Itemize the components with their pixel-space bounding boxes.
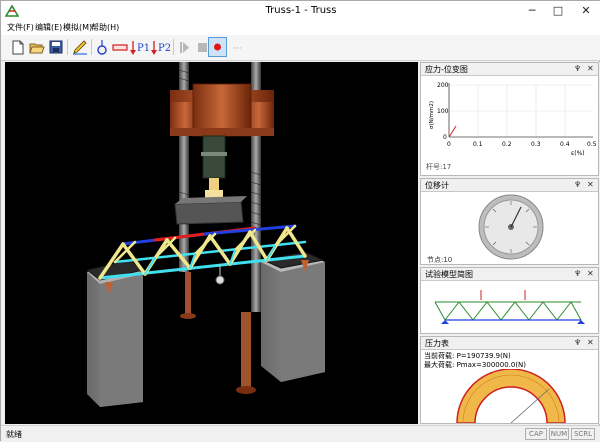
- x-tick: 0: [447, 141, 451, 148]
- y-tick: 200: [437, 82, 449, 89]
- play-icon[interactable]: [175, 38, 193, 57]
- displacement-gauge-pane: 位移计 ♆ ✕ 节点:10: [420, 178, 599, 265]
- close-icon[interactable]: ✕: [587, 338, 594, 347]
- x-axis-label: ε(%): [571, 150, 585, 157]
- window-title: Truss-1 - Truss: [265, 5, 337, 16]
- load-p1-label: P1: [137, 43, 149, 54]
- menu-file[interactable]: 文件(F): [7, 22, 34, 33]
- toolbar-separator: [91, 39, 92, 55]
- loading-frame-crossbeam: [170, 83, 274, 137]
- status-bar: 就绪 CAP NUM SCRL: [1, 425, 600, 442]
- pane-title: 压力表: [425, 339, 449, 348]
- status-text: 就绪: [6, 430, 22, 439]
- edit-pencil-icon[interactable]: [71, 38, 89, 57]
- toolbar-separator: [173, 39, 174, 55]
- hydraulic-jack: [201, 135, 227, 200]
- pane-title: 应力-位变图: [425, 65, 468, 74]
- record-icon[interactable]: [208, 37, 227, 57]
- menu-edit[interactable]: 编辑(E): [35, 22, 62, 33]
- pressure-gauge-pane: 压力表 ♆ ✕ 当前荷载: P=190739.9(N) 最大荷载: Pmax=3…: [420, 336, 599, 424]
- x-tick: 0.2: [502, 141, 512, 148]
- toolbar: P1 P2 ···: [1, 35, 600, 61]
- right-dock: 应力-位变图 ♆ ✕ 200 100 0 0 0.1 0.2 0.3 0.4 0…: [420, 62, 600, 424]
- concrete-pier-left: [85, 259, 145, 407]
- model-diagram-pane: 试验模型简图 ♆ ✕: [420, 267, 599, 334]
- support-post-left: [185, 272, 191, 316]
- dial-gauge: 节点:10: [427, 194, 544, 264]
- stress-strain-pane: 应力-位变图 ♆ ✕ 200 100 0 0 0.1 0.2 0.3 0.4 0…: [420, 62, 599, 176]
- application-window: Truss-1 - Truss ─ □ ✕ 文件(F) 编辑(E) 模拟(M) …: [0, 0, 600, 442]
- x-tick: 0.3: [531, 141, 541, 148]
- y-axis-label: σ(N/mm2): [429, 101, 435, 129]
- minimize-button[interactable]: ─: [519, 1, 545, 21]
- maximize-button[interactable]: □: [545, 1, 571, 21]
- pane-title: 试验模型简图: [425, 270, 473, 279]
- scroll-lock-indicator: SCRL: [571, 428, 595, 440]
- x-tick: 0.5: [587, 141, 597, 148]
- load-p2-label: P2: [158, 43, 170, 54]
- pin-icon[interactable]: ♆: [574, 269, 581, 278]
- pane-header: 试验模型简图 ♆ ✕: [421, 268, 598, 281]
- hanging-dial-gauge: [215, 275, 225, 285]
- close-icon[interactable]: ✕: [587, 269, 594, 278]
- pressure-dial: [456, 369, 566, 423]
- concrete-pier-right: [261, 251, 325, 382]
- load-spreader-block: [174, 201, 244, 225]
- pane-header: 位移计 ♆ ✕: [421, 179, 598, 192]
- svg-text:···: ···: [233, 44, 242, 54]
- close-icon[interactable]: ✕: [587, 64, 594, 73]
- pane-header: 压力表 ♆ ✕: [421, 337, 598, 350]
- new-file-icon[interactable]: [9, 38, 27, 57]
- title-bar: Truss-1 - Truss ─ □ ✕: [1, 1, 600, 21]
- pin-icon[interactable]: ♆: [574, 64, 581, 73]
- node-readout: 节点:10: [427, 256, 452, 264]
- caps-lock-indicator: CAP: [525, 428, 547, 440]
- pressure-dial-arc: [456, 369, 566, 423]
- load-p2-icon[interactable]: P2: [150, 38, 170, 57]
- close-button[interactable]: ✕: [573, 1, 599, 21]
- pane-header: 应力-位变图 ♆ ✕: [421, 63, 598, 76]
- open-folder-icon[interactable]: [28, 38, 46, 57]
- pin-icon[interactable]: ♆: [574, 338, 581, 347]
- pin-icon[interactable]: ♆: [574, 180, 581, 189]
- more-icon[interactable]: ···: [231, 38, 249, 57]
- stress-strain-chart: 200 100 0 0 0.1 0.2 0.3 0.4 0.5 σ(N/mm2)…: [426, 82, 597, 171]
- stress-strain-curve: [448, 125, 457, 138]
- menu-help[interactable]: 帮助(H): [91, 22, 119, 33]
- y-tick: 100: [437, 108, 449, 115]
- x-tick: 0.4: [560, 141, 570, 148]
- toolbar-separator: [67, 39, 68, 55]
- load-p1-icon[interactable]: P1: [129, 38, 149, 57]
- member-icon[interactable]: [111, 38, 129, 57]
- menu-simulate[interactable]: 模拟(M): [63, 22, 92, 33]
- support-post-right: [241, 312, 251, 390]
- truss-3d-viewport[interactable]: [5, 62, 418, 424]
- num-lock-indicator: NUM: [549, 428, 569, 440]
- member-readout: 杆号:17: [426, 162, 451, 171]
- truss-diagram: [434, 290, 585, 324]
- y-tick: 0: [443, 134, 447, 141]
- support-icon[interactable]: [93, 38, 111, 57]
- pane-title: 位移计: [425, 181, 449, 190]
- x-tick: 0.1: [473, 141, 483, 148]
- close-icon[interactable]: ✕: [587, 180, 594, 189]
- save-icon[interactable]: [47, 38, 65, 57]
- menu-bar: 文件(F) 编辑(E) 模拟(M) 帮助(H): [1, 21, 600, 35]
